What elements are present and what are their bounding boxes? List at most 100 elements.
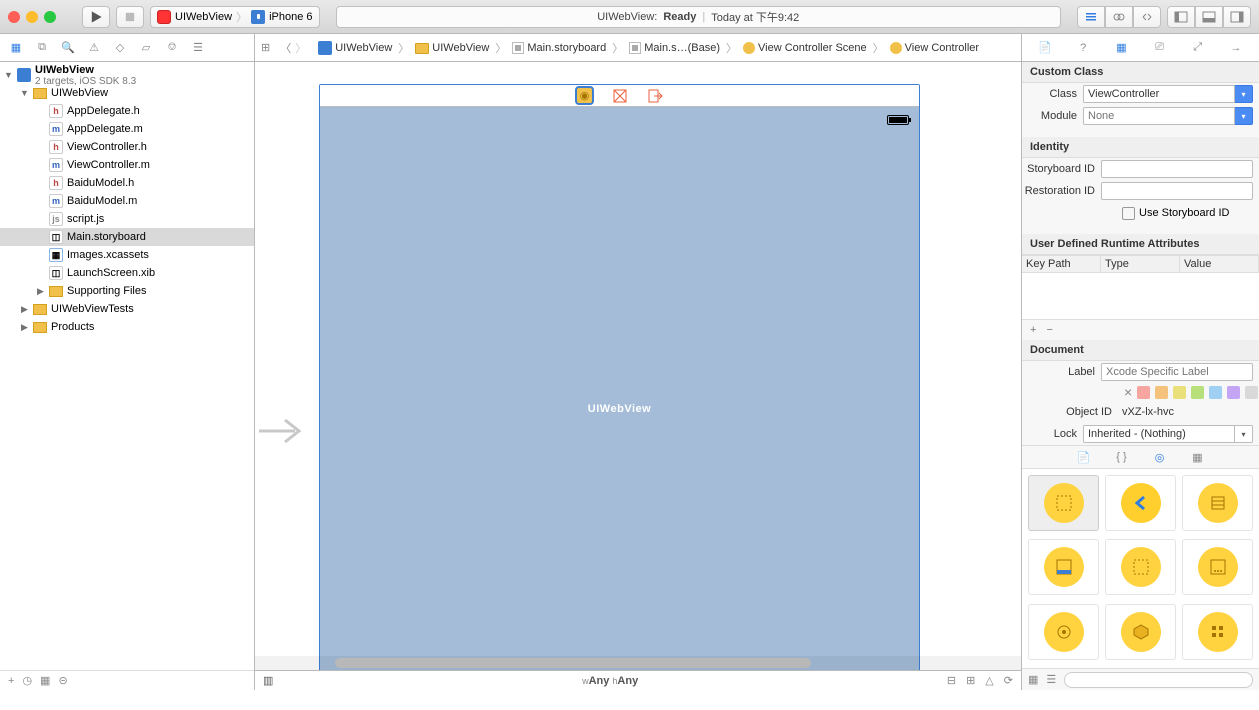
quickhelp-inspector-tab[interactable]: ?	[1074, 42, 1092, 54]
module-dropdown-icon[interactable]: ▾	[1235, 107, 1253, 125]
version-editor-button[interactable]	[1133, 6, 1161, 28]
project-navigator-tab[interactable]: ▦	[6, 41, 26, 54]
doc-label-input[interactable]	[1101, 363, 1253, 381]
lib-view-controller[interactable]	[1028, 475, 1099, 531]
lock-dropdown-icon[interactable]: ▾	[1235, 425, 1253, 443]
filter-icon[interactable]: ⊝	[58, 674, 67, 687]
run-button[interactable]	[82, 6, 110, 28]
udra-add-button[interactable]: +	[1030, 324, 1036, 336]
nav-item[interactable]: ◫LaunchScreen.xib	[0, 264, 254, 282]
nav-item[interactable]: ▼UIWebView	[0, 84, 254, 102]
window-minimize-icon[interactable]	[26, 11, 38, 23]
standard-editor-button[interactable]	[1077, 6, 1105, 28]
scene-dock[interactable]: ◉	[320, 85, 919, 107]
object-lib-tab[interactable]: ◎	[1151, 448, 1169, 466]
breakpoint-navigator-tab[interactable]: ⎊	[162, 41, 182, 54]
jb-0[interactable]: UIWebView	[335, 42, 392, 54]
resizing-button[interactable]: ⟳	[1004, 674, 1013, 687]
jb-3[interactable]: Main.s…(Base)	[644, 42, 720, 54]
udra-remove-button[interactable]: −	[1046, 324, 1052, 336]
size-class-control[interactable]: wAny hAny	[582, 675, 638, 687]
swatch-3[interactable]	[1191, 386, 1204, 399]
view-controller-scene[interactable]: ◉ UIWebView	[319, 84, 920, 670]
nav-item[interactable]: hAppDelegate.h	[0, 102, 254, 120]
resolve-issues-button[interactable]: △	[985, 674, 993, 687]
issue-navigator-tab[interactable]: ⚠	[84, 41, 104, 54]
restoration-id-input[interactable]	[1101, 182, 1253, 200]
inspector-selector[interactable]: 📄 ? ▦ ⎚ ⤢ →	[1022, 34, 1259, 61]
window-close-icon[interactable]	[8, 11, 20, 23]
storyboard-id-input[interactable]	[1101, 160, 1253, 178]
align-button[interactable]: ⊟	[947, 674, 956, 687]
scm-filter-icon[interactable]: ▦	[40, 674, 50, 687]
lock-combo[interactable]: ▾	[1083, 425, 1253, 443]
test-navigator-tab[interactable]: ◇	[110, 41, 130, 54]
swatch-4[interactable]	[1209, 386, 1222, 399]
debug-navigator-tab[interactable]: ▱	[136, 41, 156, 54]
code-snippet-lib-tab[interactable]: { }	[1113, 448, 1131, 466]
lib-glkit-controller[interactable]	[1028, 604, 1099, 660]
nav-item[interactable]: ▶Products	[0, 318, 254, 336]
size-inspector-tab[interactable]: ⤢	[1189, 41, 1207, 54]
lib-tab-bar-controller[interactable]	[1028, 539, 1099, 595]
toggle-utilities-button[interactable]	[1223, 6, 1251, 28]
report-navigator-tab[interactable]: ☰	[188, 41, 208, 54]
jb-2[interactable]: Main.storyboard	[527, 42, 606, 54]
nav-item[interactable]: ◫Main.storyboard	[0, 228, 254, 246]
first-responder-proxy-icon[interactable]	[610, 86, 629, 105]
media-lib-tab[interactable]: ▦	[1189, 448, 1207, 466]
nav-item[interactable]: ▶Supporting Files	[0, 282, 254, 300]
object-library[interactable]	[1022, 469, 1259, 668]
file-template-lib-tab[interactable]: 📄	[1075, 448, 1093, 466]
class-dropdown-icon[interactable]: ▾	[1235, 85, 1253, 103]
find-navigator-tab[interactable]: 🔍	[58, 41, 78, 54]
nav-item[interactable]: hViewController.h	[0, 138, 254, 156]
forward-button[interactable]: 〉	[295, 40, 306, 56]
label-color-swatches[interactable]: ×	[1022, 383, 1259, 401]
jb-5[interactable]: View Controller	[905, 42, 979, 54]
use-storyboard-id-checkbox[interactable]	[1122, 207, 1135, 220]
toggle-debug-button[interactable]	[1195, 6, 1223, 28]
lib-split-view-controller[interactable]	[1105, 539, 1176, 595]
view-segment[interactable]	[1167, 6, 1251, 28]
back-button[interactable]: 〈	[280, 40, 291, 56]
swatch-2[interactable]	[1173, 386, 1186, 399]
exit-proxy-icon[interactable]	[645, 86, 664, 105]
toggle-navigator-button[interactable]	[1167, 6, 1195, 28]
navigator-tree[interactable]: ▼ UIWebView 2 targets, iOS SDK 8.3 ▼UIWe…	[0, 62, 254, 670]
swatch-5[interactable]	[1227, 386, 1240, 399]
add-button[interactable]: +	[8, 675, 14, 687]
jb-4[interactable]: View Controller Scene	[758, 42, 867, 54]
nav-item[interactable]: hBaiduModel.h	[0, 174, 254, 192]
lib-table-view-controller[interactable]	[1182, 475, 1253, 531]
scheme-selector[interactable]: UIWebView 〉 iPhone 6	[150, 6, 320, 28]
view-controller-proxy-icon[interactable]: ◉	[575, 86, 594, 105]
identity-inspector-tab[interactable]: ▦	[1112, 41, 1130, 54]
module-input[interactable]	[1083, 107, 1235, 125]
window-zoom-icon[interactable]	[44, 11, 56, 23]
lib-collection-view-controller[interactable]	[1182, 604, 1253, 660]
connections-inspector-tab[interactable]: →	[1227, 42, 1245, 54]
nav-item[interactable]: mBaiduModel.m	[0, 192, 254, 210]
library-selector[interactable]: 📄 { } ◎ ▦	[1022, 445, 1259, 469]
udra-table[interactable]: Key Path Type Value	[1022, 255, 1259, 320]
swatch-1[interactable]	[1155, 386, 1168, 399]
lib-page-view-controller[interactable]	[1182, 539, 1253, 595]
class-input[interactable]	[1083, 85, 1235, 103]
library-search-input[interactable]	[1064, 672, 1253, 688]
nav-item[interactable]: mViewController.m	[0, 156, 254, 174]
jb-1[interactable]: UIWebView	[432, 42, 489, 54]
pin-button[interactable]: ⊞	[966, 674, 975, 687]
swatch-6[interactable]	[1245, 386, 1258, 399]
nav-item[interactable]: jsscript.js	[0, 210, 254, 228]
navigator-filter-bar[interactable]: + ◷ ▦ ⊝	[0, 670, 254, 690]
stop-button[interactable]	[116, 6, 144, 28]
list-view-icon[interactable]: ☰	[1046, 673, 1056, 686]
related-items-icon[interactable]: ⊞	[261, 41, 270, 54]
assistant-editor-button[interactable]	[1105, 6, 1133, 28]
module-combo[interactable]: ▾	[1083, 107, 1253, 125]
document-outline-toggle[interactable]: ▥	[263, 674, 273, 687]
attributes-inspector-tab[interactable]: ⎚	[1151, 41, 1169, 54]
nav-item[interactable]: mAppDelegate.m	[0, 120, 254, 138]
class-combo[interactable]: ▾	[1083, 85, 1253, 103]
